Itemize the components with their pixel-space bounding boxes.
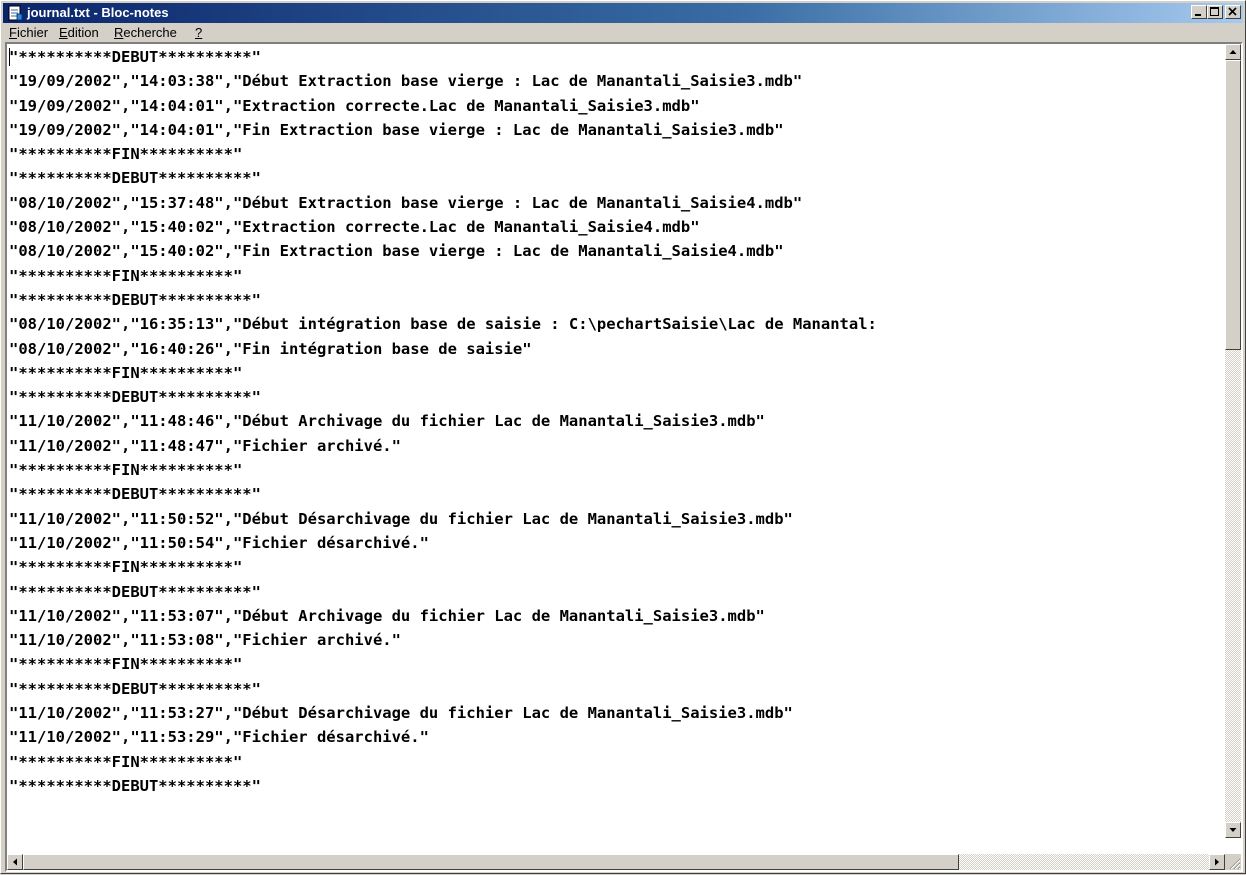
close-button[interactable] bbox=[1225, 5, 1241, 19]
text-line: "**********DEBUT**********" bbox=[9, 485, 261, 504]
notepad-window: journal.txt - Bloc-notes Fichier Edition… bbox=[0, 0, 1246, 874]
text-line: "**********FIN**********" bbox=[9, 266, 243, 285]
text-line: "**********FIN**********" bbox=[9, 558, 243, 577]
text-line: "**********DEBUT**********" bbox=[9, 169, 261, 188]
vertical-scrollbar[interactable] bbox=[1225, 44, 1241, 838]
close-icon bbox=[1228, 7, 1237, 16]
text-line: "19/09/2002","14:04:01","Extraction corr… bbox=[9, 96, 700, 115]
text-editor[interactable]: "**********DEBUT**********" "19/09/2002",… bbox=[7, 44, 1225, 854]
text-line: "**********FIN**********" bbox=[9, 363, 243, 382]
text-line: "08/10/2002","15:40:02","Fin Extraction … bbox=[9, 242, 784, 261]
text-line: "**********DEBUT**********" bbox=[9, 582, 261, 601]
scrollbar-corner bbox=[1225, 854, 1241, 870]
text-line: "**********FIN**********" bbox=[9, 655, 243, 674]
menu-recherche[interactable]: Recherche bbox=[112, 25, 179, 41]
text-line: "11/10/2002","11:50:52","Début Désarchiv… bbox=[9, 509, 793, 528]
text-line: "**********DEBUT**********" bbox=[9, 679, 261, 698]
text-line: "11/10/2002","11:53:27","Début Désarchiv… bbox=[9, 704, 793, 723]
text-line: "**********DEBUT**********" bbox=[9, 290, 261, 309]
text-line: "19/09/2002","14:03:38","Début Extractio… bbox=[9, 72, 803, 91]
text-line: "19/09/2002","14:04:01","Fin Extraction … bbox=[9, 120, 784, 139]
minimize-button[interactable] bbox=[1191, 5, 1207, 19]
vertical-scroll-thumb[interactable] bbox=[1225, 60, 1241, 350]
text-line: "**********DEBUT**********" bbox=[9, 48, 261, 66]
editor-frame: "**********DEBUT**********" "19/09/2002",… bbox=[5, 42, 1243, 872]
text-line: "**********FIN**********" bbox=[9, 145, 243, 164]
scroll-left-button[interactable] bbox=[7, 854, 23, 870]
text-caret bbox=[9, 48, 10, 66]
text-line: "**********DEBUT**********" bbox=[9, 776, 261, 795]
menu-edition[interactable]: Edition bbox=[57, 25, 101, 41]
editor-lines: "**********DEBUT**********" "19/09/2002",… bbox=[9, 45, 877, 798]
text-line: "11/10/2002","11:53:29","Fichier désarch… bbox=[9, 728, 429, 747]
arrow-down-icon bbox=[1229, 828, 1237, 832]
menu-bar: Fichier Edition Recherche ? bbox=[3, 23, 1243, 42]
scroll-right-button[interactable] bbox=[1209, 854, 1225, 870]
text-line: "08/10/2002","16:35:13","Début intégrati… bbox=[9, 315, 877, 334]
title-bar[interactable]: journal.txt - Bloc-notes bbox=[3, 3, 1243, 23]
arrow-left-icon bbox=[13, 858, 17, 866]
scroll-up-button[interactable] bbox=[1225, 44, 1241, 60]
size-grip-icon[interactable] bbox=[1225, 854, 1241, 870]
maximize-icon bbox=[1210, 7, 1219, 16]
horizontal-scrollbar[interactable] bbox=[7, 854, 1225, 870]
menu-fichier[interactable]: Fichier bbox=[7, 25, 50, 41]
menu-help[interactable]: ? bbox=[193, 25, 204, 41]
text-line: "**********FIN**********" bbox=[9, 752, 243, 771]
text-line: "11/10/2002","11:48:46","Début Archivage… bbox=[9, 412, 765, 431]
window-title: journal.txt - Bloc-notes bbox=[27, 5, 169, 20]
text-line: "11/10/2002","11:53:07","Début Archivage… bbox=[9, 606, 765, 625]
text-line: "**********DEBUT**********" bbox=[9, 388, 261, 407]
horizontal-scroll-thumb[interactable] bbox=[23, 854, 959, 870]
text-line: "11/10/2002","11:50:54","Fichier désarch… bbox=[9, 533, 429, 552]
notepad-icon[interactable] bbox=[7, 5, 23, 21]
text-line: "**********FIN**********" bbox=[9, 461, 243, 480]
maximize-button[interactable] bbox=[1207, 5, 1223, 19]
text-line: "08/10/2002","15:37:48","Début Extractio… bbox=[9, 193, 803, 212]
minimize-icon bbox=[1195, 14, 1201, 16]
scroll-down-button[interactable] bbox=[1225, 822, 1241, 838]
text-line: "11/10/2002","11:48:47","Fichier archivé… bbox=[9, 436, 401, 455]
text-line: "11/10/2002","11:53:08","Fichier archivé… bbox=[9, 631, 401, 650]
arrow-up-icon bbox=[1229, 50, 1237, 54]
text-line: "08/10/2002","15:40:02","Extraction corr… bbox=[9, 218, 700, 237]
text-line: "08/10/2002","16:40:26","Fin intégration… bbox=[9, 339, 532, 358]
arrow-right-icon bbox=[1215, 858, 1219, 866]
